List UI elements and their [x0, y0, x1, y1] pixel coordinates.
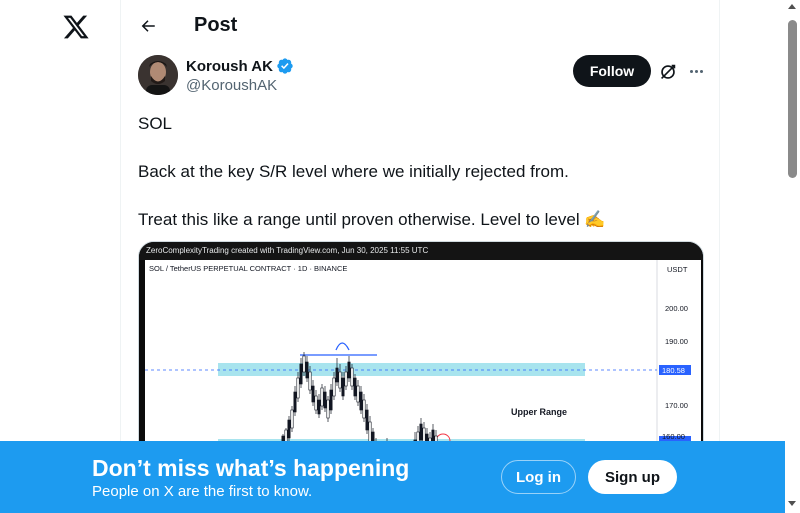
candle-body [362, 399, 366, 419]
scrollbar-thumb[interactable] [788, 20, 797, 178]
price-label: 170.00 [665, 401, 688, 410]
login-button[interactable]: Log in [501, 460, 576, 494]
resistance-zone [218, 363, 585, 376]
scroll-down-arrow-icon[interactable] [788, 501, 796, 506]
candle-body [332, 377, 336, 397]
tweet-line: Back at the key S/R level where we initi… [138, 162, 569, 181]
price-label: 200.00 [665, 304, 688, 313]
scroll-up-arrow-icon[interactable] [788, 4, 796, 9]
candle-body [290, 409, 294, 429]
candle-body [368, 421, 372, 443]
candle-body [299, 363, 303, 385]
x-logo-icon[interactable] [62, 13, 90, 41]
chart-caption: ZeroComplexityTrading created with Tradi… [139, 242, 703, 260]
follow-button[interactable]: Follow [573, 55, 651, 87]
login-banner: Don’t miss what’s happening People on X … [0, 441, 785, 513]
price-label: 180.58 [662, 366, 685, 375]
candle-body [317, 399, 321, 415]
chart-currency: USDT [667, 265, 688, 274]
candle-body [305, 361, 309, 379]
more-icon [689, 69, 693, 73]
upper-range-label: Upper Range [511, 407, 567, 417]
tweet-line: SOL [138, 114, 173, 133]
back-button[interactable] [135, 13, 161, 39]
candle-body [287, 419, 291, 439]
tweet-text: SOL Back at the key S/R level where we i… [138, 112, 703, 232]
candle-body [296, 377, 300, 399]
verified-badge-icon [277, 58, 293, 74]
candle-body [350, 367, 354, 387]
arrow-left-icon [141, 20, 155, 32]
candle-body [353, 377, 357, 397]
candle-body [419, 423, 423, 441]
candle-body [335, 367, 339, 383]
grok-icon [660, 64, 676, 80]
candle-body [347, 361, 351, 379]
price-label: 160.00 [662, 432, 685, 441]
post-header: Post [121, 0, 719, 52]
candle-body [356, 385, 360, 403]
scrollbar[interactable] [785, 0, 800, 513]
candle-body [308, 371, 312, 391]
price-label: 190.00 [665, 337, 688, 346]
chart-symbol: SOL / TetherUS PERPETUAL CONTRACT · 1D ·… [149, 264, 347, 273]
candle-body [341, 377, 345, 397]
avatar[interactable] [138, 55, 178, 95]
writing-hand-emoji: ✍️ [584, 210, 606, 229]
candle-body [302, 355, 306, 373]
candle-body [314, 395, 318, 411]
author-handle[interactable]: @KoroushAK [186, 77, 277, 94]
candle-body [320, 387, 324, 407]
main-column: Post Koroush AK @KoroushAK Follow SOL Ba… [120, 0, 720, 513]
more-button[interactable] [686, 61, 706, 81]
candle-body [344, 371, 348, 387]
page: Post Koroush AK @KoroushAK Follow SOL Ba… [0, 0, 800, 513]
tweet-line-text: Treat this like a range until proven oth… [138, 210, 580, 229]
candle-body [359, 391, 363, 411]
candle-body [329, 389, 333, 411]
author-name-text: Koroush AK [186, 57, 273, 75]
candle-body [365, 409, 369, 431]
range-arc [335, 342, 350, 351]
banner-title: Don’t miss what’s happening [92, 455, 410, 481]
grok-button[interactable] [657, 61, 679, 83]
banner-subtitle: People on X are the first to know. [92, 483, 313, 500]
candle-body [311, 385, 315, 403]
candle-body [326, 399, 330, 419]
page-title: Post [194, 14, 238, 36]
candle-body [323, 391, 327, 409]
candle-body [293, 391, 297, 413]
author-name[interactable]: Koroush AK [186, 57, 294, 75]
signup-button[interactable]: Sign up [588, 460, 677, 494]
candle-body [338, 371, 342, 389]
tweet-line: Treat this like a range until proven oth… [138, 208, 703, 232]
